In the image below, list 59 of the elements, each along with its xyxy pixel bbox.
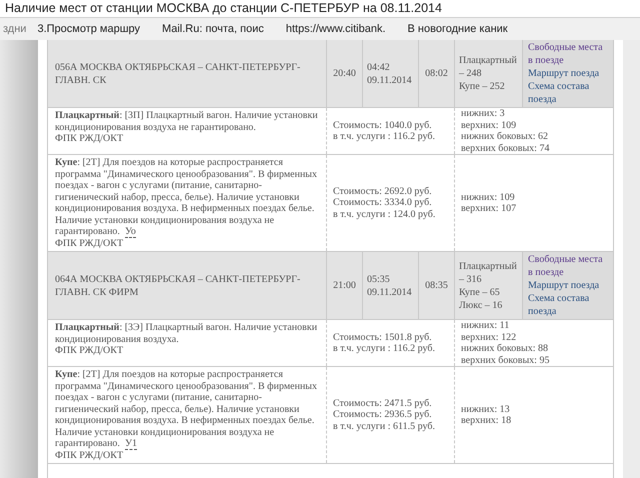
car-description: Купе: [2Т] Для поездов на которые распространяется программа "Динамического ценообразования". В фирменных поездах - вагон с услугами (питание, санитарно-гигиенический набор, пресса, белье). Наличие установки кондиционирования воздуха. В нефирменных поездах белье. Наличие установки кондиционирования воздуха не гарантировано. Уо: [55, 157, 318, 238]
cost-text: в т.ч. услуги : 116.2 руб.: [333, 131, 436, 142]
cost-text: Стоимость: 2471.5 руб.: [333, 398, 433, 410]
train-name: 056А МОСКВА ОКТЯБРЬСКАЯ – САНКТ-ПЕТЕРБУРГ-ГЛАВН. СК: [55, 60, 302, 86]
bookmark-link[interactable]: 3.Просмотр маршру: [29, 20, 148, 38]
places-count: верхних: 18: [461, 415, 512, 426]
cost-text: Стоимость: 2692.0 руб.: [333, 186, 433, 198]
cost-text: Стоимость: 3334.0 руб.: [333, 197, 433, 209]
car-description: Плацкартный: [3П] Плацкартный вагон. Наличие установки кондиционирования воздуха не гарантировано.: [55, 110, 319, 133]
seat-count: Купе – 252: [459, 80, 506, 93]
departure-time: 21:00: [333, 279, 356, 293]
carrier-name: ФПК РЖД/ОКТ: [55, 450, 124, 461]
cost-text: в т.ч. услуги : 124.0 руб.: [333, 208, 436, 220]
places-count: верхних: 122: [461, 332, 518, 343]
places-count: верхних боковых: 95: [461, 354, 550, 366]
seat-count: Люкс – 16: [459, 298, 504, 312]
cost-text: Стоимость: 2936.5 руб.: [333, 409, 433, 421]
places-count: верхних: 109: [461, 120, 518, 131]
train-link[interactable]: Схема состава поезда: [528, 80, 608, 106]
arrival-time: 05:35: [367, 272, 391, 286]
bookmark-link[interactable]: В новогодние каник: [400, 20, 516, 38]
places-count: нижних: 13: [461, 404, 511, 415]
cost-text: Стоимость: 1501.8 руб.: [333, 332, 433, 343]
seat-count: Плацкартный – 316: [459, 260, 518, 286]
note-link[interactable]: Уо: [124, 226, 136, 238]
carrier-name: ФПК РЖД/ОКТ: [55, 238, 124, 249]
train-link[interactable]: Маршрут поезда: [528, 279, 608, 292]
train-link[interactable]: Маршрут поезда: [528, 67, 608, 80]
places-count: верхних боковых: 74: [461, 142, 550, 154]
train-link[interactable]: Свободные места в поезде: [528, 41, 608, 67]
cost-text: Стоимость: 1040.0 руб.: [333, 120, 433, 131]
places-count: нижних: 109: [461, 192, 516, 203]
carrier-name: ФПК РЖД/ОКТ: [55, 345, 124, 356]
cost-text: в т.ч. услуги : 611.5 руб.: [333, 420, 436, 432]
arrival-date: 09.11.2014: [367, 286, 413, 298]
seat-count: Купе – 65: [459, 286, 501, 298]
train-name: 064А МОСКВА ОКТЯБРЬСКАЯ – САНКТ-ПЕТЕРБУРГ-ГЛАВН. СК ФИРМ: [55, 272, 302, 298]
travel-time: 08:35: [425, 279, 448, 293]
train-link[interactable]: Свободные места в поезде: [528, 253, 608, 279]
carrier-name: ФПК РЖД/ОКТ: [55, 133, 124, 144]
places-count: нижних: 3: [461, 108, 506, 120]
car-description: Плацкартный: [3Э] Плацкартный вагон. Наличие установки кондиционирования воздуха.: [55, 322, 318, 345]
note-link[interactable]: У1: [124, 438, 138, 450]
arrival-time: 04:42: [367, 60, 391, 74]
seat-count: Плацкартный – 248: [459, 54, 518, 80]
places-count: нижних боковых: 88: [461, 343, 549, 354]
bookmark-link[interactable]: https://www.citibank.: [278, 20, 394, 38]
car-description: Купе: [2Т] Для поездов на которые распространяется программа "Динамического ценообразования". В фирменных поездах - вагон с услугами (питание, санитарно-гигиенический набор, пресса, белье). Наличие установки кондиционирования воздуха. В нефирменных поездах белье. Наличие установки кондиционирования воздуха не гарантировано. У1: [55, 369, 318, 450]
train-link[interactable]: Схема состава поезда: [528, 292, 608, 318]
arrival-date: 09.11.2014: [367, 74, 413, 86]
places-count: нижних боковых: 62: [461, 131, 549, 142]
bookmark-link[interactable]: здни: [0, 20, 30, 38]
cost-text: в т.ч. услуги : 116.2 руб.: [333, 343, 436, 354]
bookmark-link[interactable]: Mail.Ru: почта, поис: [154, 20, 272, 38]
places-count: нижних: 11: [461, 320, 510, 332]
travel-time: 08:02: [425, 67, 448, 81]
window-title: Наличие мест от станции МОСКВА до станции С-ПЕТЕРБУР на 08.11.2014: [5, 0, 442, 18]
places-count: верхних: 107: [461, 203, 518, 214]
departure-time: 20:40: [333, 67, 356, 81]
